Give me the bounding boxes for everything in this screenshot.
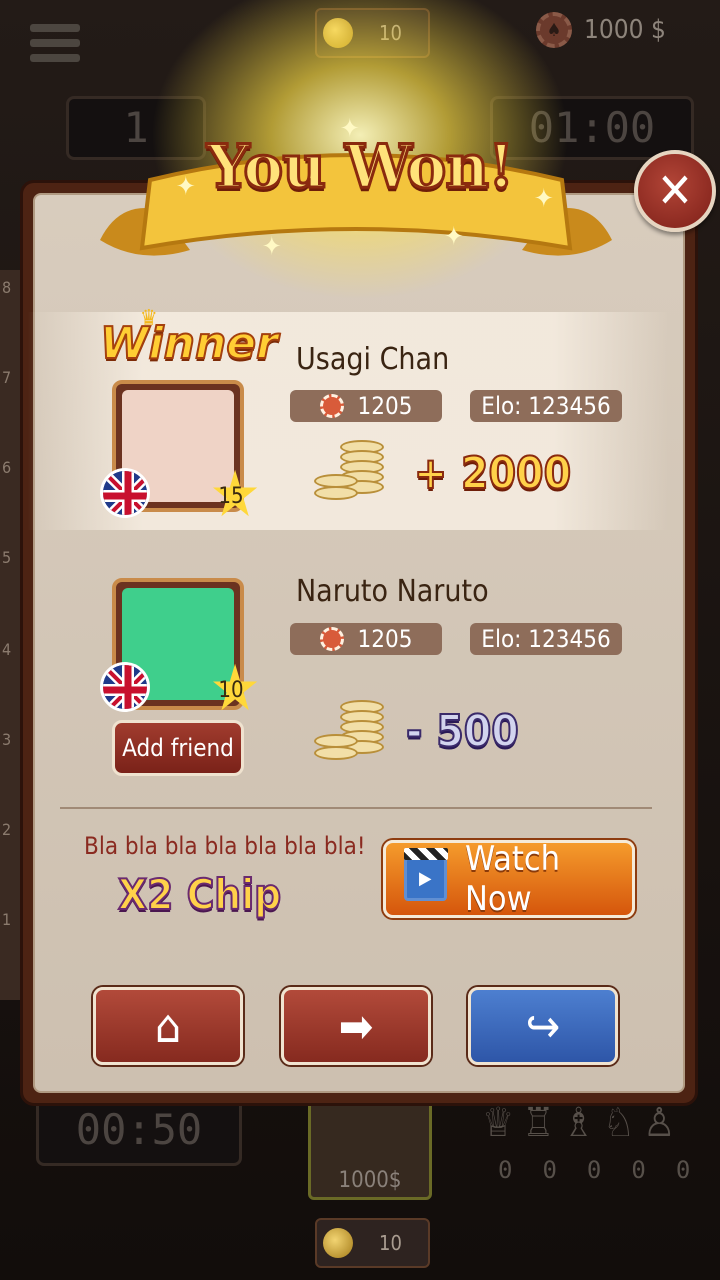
self-player-coins: 1000$	[338, 1168, 402, 1193]
captured-count: 0	[542, 1156, 557, 1184]
winner-chips-pill: 1205	[290, 390, 442, 422]
opponent-elo: Elo: 123456	[481, 625, 611, 653]
home-icon: ⌂	[154, 999, 182, 1053]
board-rank-label: 7	[2, 368, 12, 387]
winner-reward: + 2000	[413, 447, 572, 500]
opponent-flag-icon	[100, 662, 150, 712]
winner-elo: Elo: 123456	[481, 392, 611, 420]
dialog-title: You Won!	[205, 131, 516, 204]
add-friend-button[interactable]: Add friend	[112, 720, 244, 776]
sparkle-icon: ✦	[262, 232, 282, 262]
chip-icon	[319, 627, 344, 651]
captured-count: 0	[586, 1156, 602, 1184]
bottom-medal-badge: 10	[315, 1218, 430, 1268]
share-icon: ↪	[525, 999, 561, 1053]
captured-count: 0	[498, 1156, 513, 1184]
winner-flag-icon	[100, 468, 150, 518]
winner-elo-pill: Elo: 123456	[470, 390, 622, 422]
board-rank-label: 4	[2, 640, 12, 659]
promo-text: Bla bla bla bla bla bla bla!	[84, 832, 366, 860]
video-clapper-icon	[404, 848, 449, 901]
chip-icon	[319, 394, 344, 418]
watch-now-label: Watch Now	[465, 839, 561, 919]
sparkle-icon: ✦	[340, 114, 360, 144]
close-button[interactable]: ✕	[634, 150, 716, 232]
winner-chips: 1205	[357, 392, 413, 420]
opponent-elo-pill: Elo: 123456	[470, 623, 622, 655]
chip-balance-value: 1000 $	[584, 15, 666, 45]
board-rank-label: 1	[2, 910, 12, 929]
board-rank-label: 5	[2, 548, 12, 567]
chip-stack-icon	[310, 690, 400, 770]
opponent-chips-pill: 1205	[290, 623, 442, 655]
board-rank-label: 6	[2, 458, 12, 477]
captured-pieces: ♕ ♖ ♗ ♘ ♙	[482, 1100, 675, 1146]
watch-now-button[interactable]: Watch Now	[383, 839, 635, 919]
sparkle-icon: ✦	[176, 172, 196, 202]
chip-stack-icon	[310, 430, 400, 510]
winner-name: Usagi Chan	[296, 342, 450, 377]
home-button[interactable]: ⌂	[93, 987, 243, 1065]
pawn-icon: ♙	[643, 1100, 676, 1146]
arrow-right-icon: ➡	[338, 999, 374, 1053]
board-rank-label: 3	[2, 730, 12, 749]
self-player-card: 1000$	[308, 1100, 432, 1200]
bottom-medal-value: 10	[379, 1231, 402, 1255]
menu-icon[interactable]	[30, 24, 80, 70]
winner-level: 15	[218, 484, 244, 509]
captured-count: 0	[675, 1156, 691, 1184]
sparkle-icon: ✦	[444, 222, 464, 252]
close-icon: ✕	[656, 163, 694, 219]
sparkle-icon: ✦	[534, 184, 554, 214]
opponent-reward: - 500	[405, 705, 520, 758]
opponent-level: 10	[218, 678, 244, 703]
next-button[interactable]: ➡	[281, 987, 431, 1065]
board-rank-label: 8	[2, 278, 12, 297]
promo-title: X2 Chip	[117, 869, 282, 920]
divider	[60, 807, 652, 809]
captured-counts: 0 0 0 0 0	[498, 1156, 690, 1184]
knight-icon: ♘	[602, 1100, 636, 1146]
rook-icon: ♖	[522, 1100, 555, 1146]
bishop-icon: ♗	[562, 1100, 595, 1146]
medal-icon	[323, 1228, 353, 1258]
opponent-chips: 1205	[357, 625, 413, 653]
queen-icon: ♕	[482, 1100, 515, 1146]
opponent-name: Naruto Naruto	[296, 574, 489, 609]
captured-count: 0	[631, 1156, 646, 1184]
board-rank-label: 2	[2, 820, 12, 839]
winner-label: Winner	[99, 317, 279, 370]
share-button[interactable]: ↪	[468, 987, 618, 1065]
